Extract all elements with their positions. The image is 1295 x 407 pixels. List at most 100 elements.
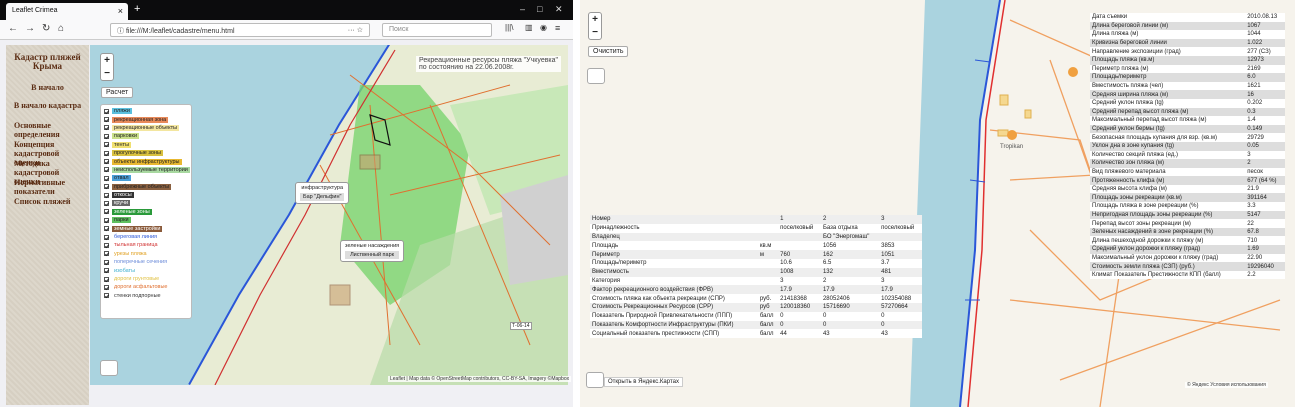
layer-checkbox[interactable] xyxy=(104,276,109,282)
table-cell: 0 xyxy=(881,313,885,320)
legend-item[interactable]: пляжи xyxy=(104,107,188,115)
legend-label: рекреационная зона xyxy=(112,116,169,123)
table-cell: Средний перепад высот пляжа (м) xyxy=(1092,108,1189,115)
layer-checkbox[interactable] xyxy=(104,284,109,290)
layer-checkbox[interactable] xyxy=(104,259,109,265)
legend-item[interactable]: дороги грунтовые xyxy=(104,275,188,283)
legend-item[interactable]: прогулочные зоны xyxy=(104,149,188,157)
browser-tab[interactable]: Leaflet Crimea × xyxy=(6,3,128,20)
table-row: Стоимость Рекреационных Ресурсов (СРР) ру… xyxy=(590,302,922,312)
layer-checkbox[interactable] xyxy=(104,209,109,215)
legend-item[interactable]: поперечные сечения xyxy=(104,258,188,266)
layers-icon[interactable] xyxy=(586,372,604,388)
forward-icon[interactable]: → xyxy=(25,23,35,34)
bookmark-icon[interactable]: ··· ☆ xyxy=(348,26,363,34)
zoom-control-right[interactable]: + − xyxy=(588,12,602,40)
new-tab-icon[interactable]: + xyxy=(134,3,140,15)
maximize-icon[interactable]: □ xyxy=(537,4,542,14)
map-attribution: Leaflet | Map data © OpenStreetMap contr… xyxy=(388,376,572,382)
legend-item[interactable]: неиспользуемые территории xyxy=(104,166,190,174)
table-cell: 22.90 xyxy=(1247,254,1263,261)
close-tab-icon[interactable]: × xyxy=(118,6,123,16)
legend-item[interactable]: прибрежные объекты xyxy=(104,183,188,191)
table-cell: 0 xyxy=(780,313,784,320)
layer-checkbox[interactable] xyxy=(104,117,109,123)
legend-item[interactable]: земные застройки xyxy=(104,224,188,232)
legend-item[interactable]: парковки xyxy=(104,132,188,140)
layer-checkbox[interactable] xyxy=(104,175,109,181)
zoom-in-button[interactable]: + xyxy=(589,13,601,26)
legend-label: стенки подпорные xyxy=(112,292,163,299)
reload-icon[interactable]: ↻ xyxy=(42,23,50,34)
table-cell: Вместимость xyxy=(592,269,629,276)
calc-button[interactable]: Расчет xyxy=(101,87,134,98)
layer-checkbox[interactable] xyxy=(104,200,109,206)
zoom-in-button[interactable]: + xyxy=(101,54,113,67)
legend-item[interactable]: парки xyxy=(104,216,188,224)
table-cell: Площадь пляжа (кв.м) xyxy=(1092,57,1155,64)
legend-item[interactable]: рекреационные объекты xyxy=(104,124,188,132)
sidebar-item-beach-list[interactable]: Список пляжей xyxy=(14,197,86,206)
layer-checkbox[interactable] xyxy=(104,159,109,165)
layer-checkbox[interactable] xyxy=(104,142,109,148)
table-cell: Владелец xyxy=(592,233,620,240)
url-bar[interactable]: ⓘ file:///M:/leaflet/cadastre/menu.html ·… xyxy=(110,23,370,37)
table-cell: Периметр пляжа (м) xyxy=(1092,65,1149,72)
legend-item[interactable]: стенки подпорные xyxy=(104,292,188,300)
table-row: Длина пляжа (м) 1044 xyxy=(1090,30,1285,39)
sidebar-icon[interactable]: ▥ xyxy=(525,23,533,32)
layer-checkbox[interactable] xyxy=(104,108,109,114)
zoom-out-button[interactable]: − xyxy=(589,26,601,39)
sidebar-item-definitions[interactable]: Основные определения xyxy=(14,121,86,139)
legend-item[interactable]: тыльная граница xyxy=(104,241,188,249)
sidebar-item-home[interactable]: В начало xyxy=(6,83,89,92)
layer-checkbox[interactable] xyxy=(104,242,109,248)
menu-icon[interactable]: ≡ xyxy=(555,23,560,33)
legend-item[interactable]: урезы пляжа xyxy=(104,250,188,258)
layer-checkbox[interactable] xyxy=(104,192,109,198)
table-cell: 2 xyxy=(822,216,827,223)
layer-checkbox[interactable] xyxy=(104,217,109,223)
minimize-icon[interactable]: – xyxy=(520,4,525,14)
legend-item[interactable]: рекреационная зона xyxy=(104,115,188,123)
zoom-control[interactable]: + − xyxy=(100,53,114,81)
layer-checkbox[interactable] xyxy=(104,293,109,299)
legend-item[interactable]: кручи xyxy=(104,199,188,207)
table-cell: 2010.08.13 xyxy=(1247,14,1278,21)
info-icon[interactable]: ⓘ xyxy=(117,28,126,35)
back-icon[interactable]: ← xyxy=(8,23,18,34)
sidebar-item-norms[interactable]: Нормативные показатели xyxy=(14,178,86,196)
close-window-icon[interactable]: ✕ xyxy=(555,4,563,15)
legend-item[interactable]: дороги асфальтовые xyxy=(104,283,188,291)
layer-checkbox[interactable] xyxy=(104,234,109,240)
search-input[interactable]: Поиск xyxy=(382,23,492,37)
table-cell: 17.9 xyxy=(822,286,835,293)
home-icon[interactable]: ⌂ xyxy=(58,23,64,34)
legend-item[interactable]: объекты инфраструктуры xyxy=(104,157,188,165)
layers-icon[interactable] xyxy=(100,360,118,376)
clear-button[interactable]: Очистить xyxy=(588,46,629,57)
layer-checkbox[interactable] xyxy=(104,167,109,173)
legend-item[interactable]: отвал xyxy=(104,174,188,182)
table-cell: Средняя ширина пляжа (м) xyxy=(1092,91,1169,98)
table-cell: 3.3 xyxy=(1247,203,1256,210)
legend-item[interactable]: изобаты xyxy=(104,266,188,274)
layer-checkbox[interactable] xyxy=(104,268,109,274)
layer-checkbox[interactable] xyxy=(104,150,109,156)
layer-checkbox[interactable] xyxy=(104,251,109,257)
legend-item[interactable]: откосы xyxy=(104,191,188,199)
sidebar-item-cadastre-home[interactable]: В начало кадастра xyxy=(6,101,89,110)
legend-item[interactable]: тенты xyxy=(104,141,188,149)
layer-checkbox[interactable] xyxy=(104,226,109,232)
legend-item[interactable]: зеленые зоны xyxy=(104,208,188,216)
table-cell: Вид пляжевого материала xyxy=(1092,168,1166,175)
zoom-out-button[interactable]: − xyxy=(101,67,113,80)
legend-item[interactable]: береговая линия xyxy=(104,233,188,241)
layer-checkbox[interactable] xyxy=(104,184,109,190)
account-icon[interactable]: ◉ xyxy=(540,23,547,32)
layer-checkbox[interactable] xyxy=(104,125,109,131)
yandex-link[interactable]: Открыть в Яндекс.Картах xyxy=(604,377,683,387)
layers-icon[interactable] xyxy=(587,68,605,84)
layer-checkbox[interactable] xyxy=(104,133,109,139)
library-icon[interactable]: |||\ xyxy=(505,23,513,32)
